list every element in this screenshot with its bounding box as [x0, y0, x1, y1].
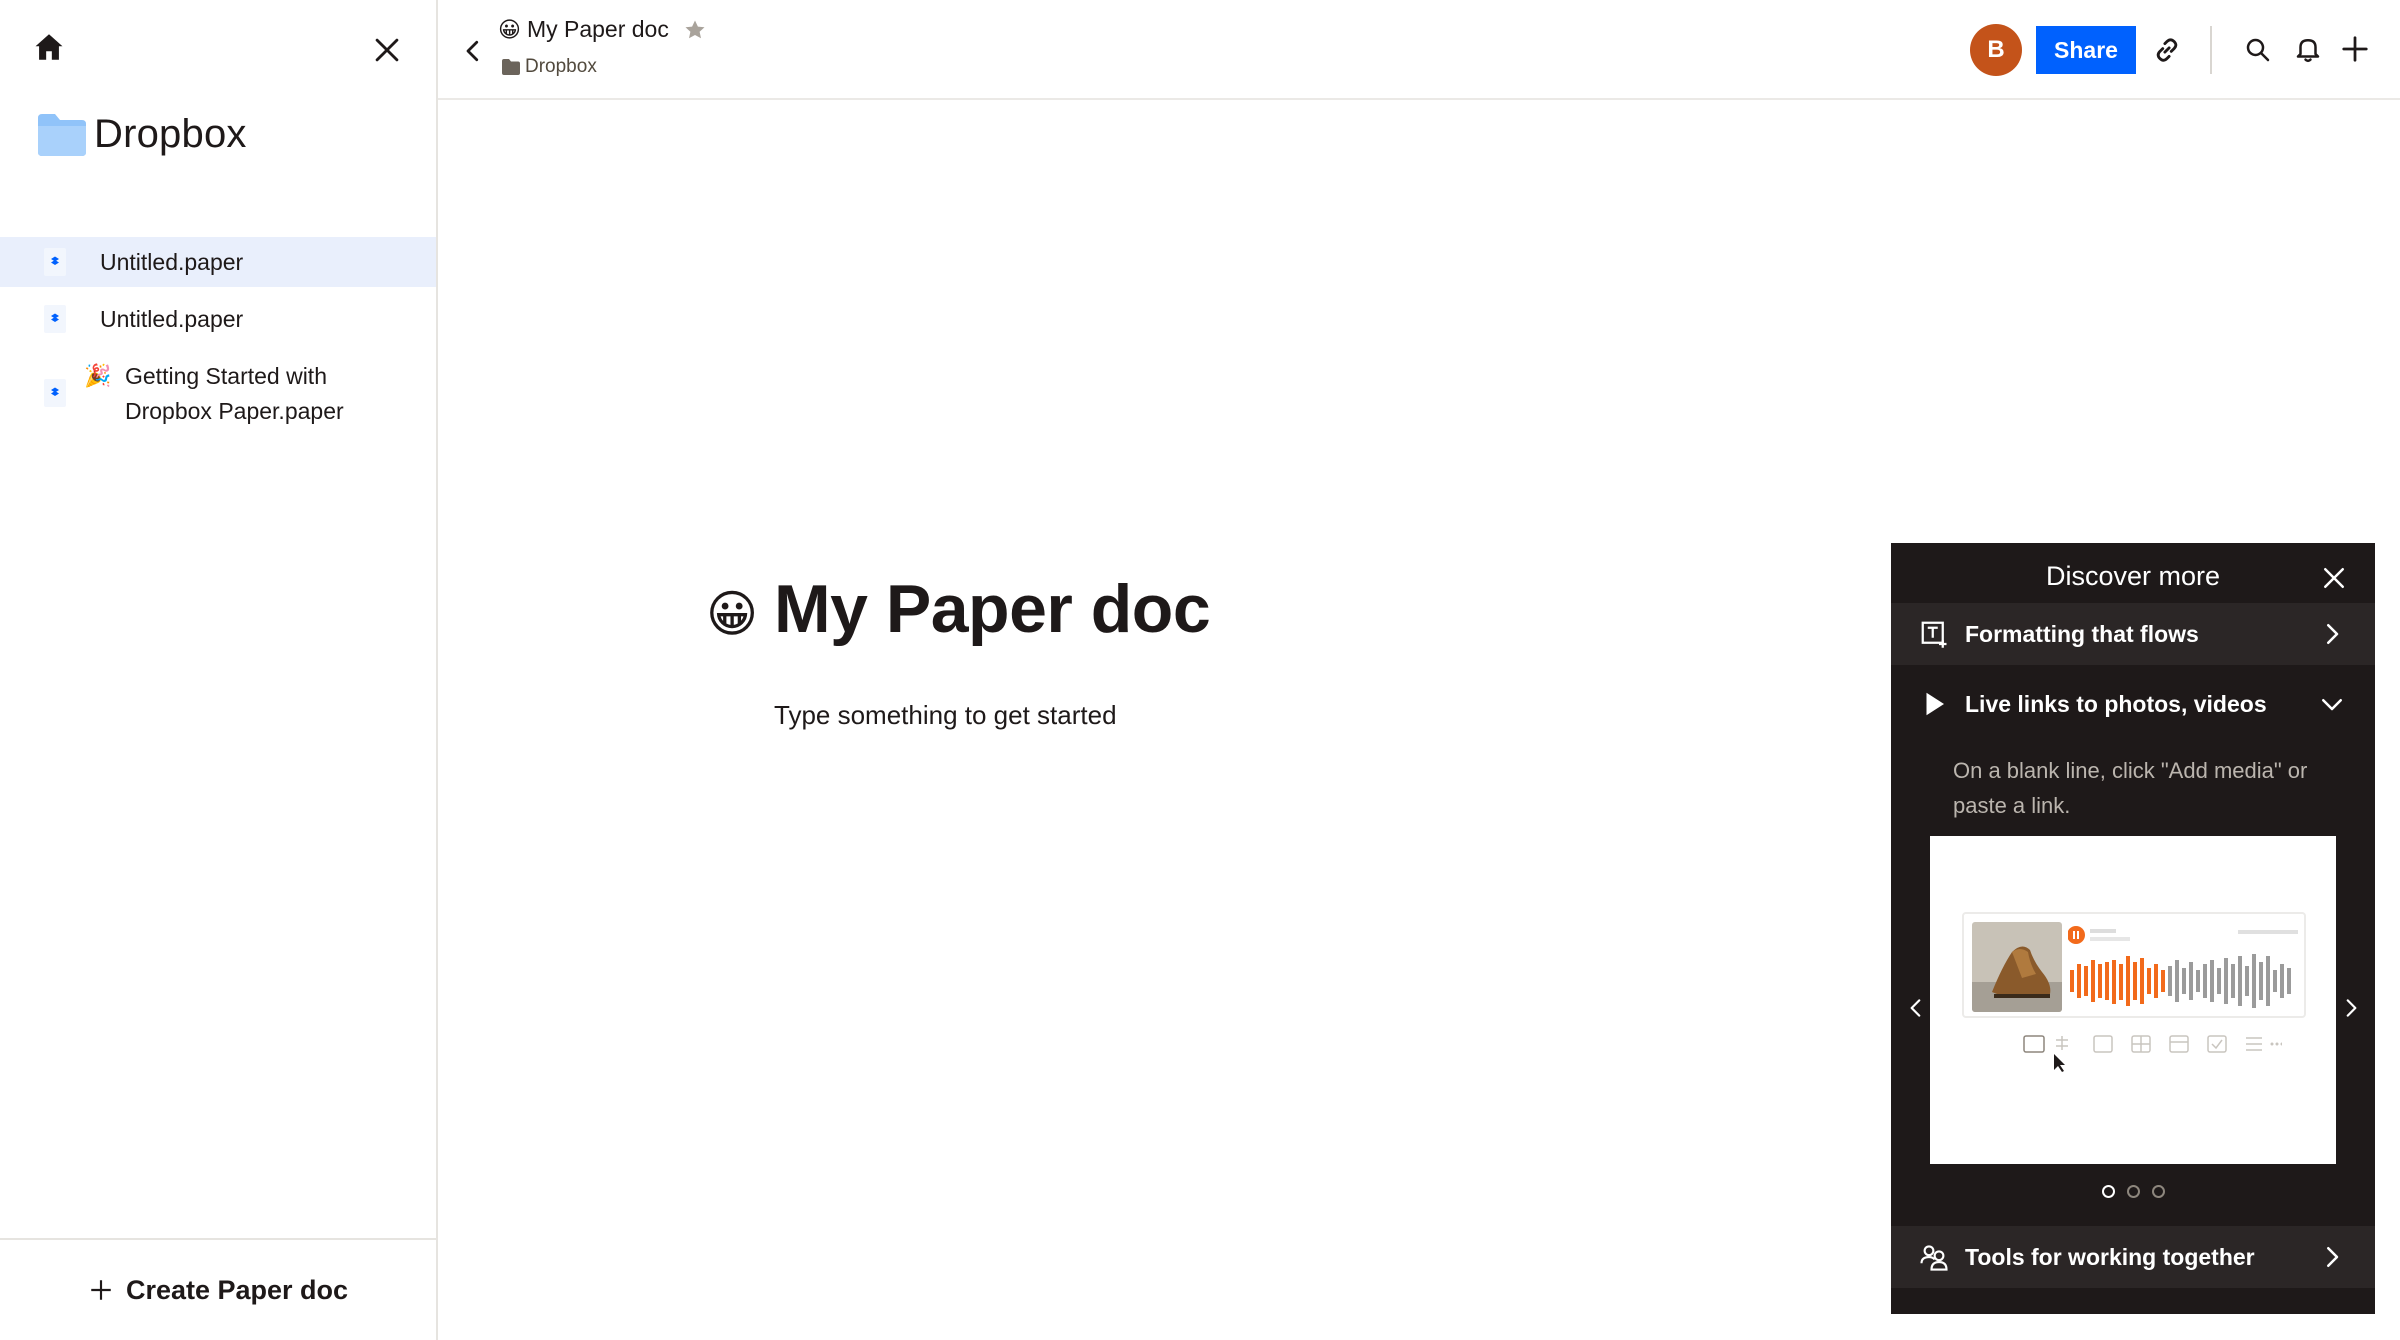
create-paper-doc-button[interactable]: Create Paper doc: [88, 1275, 348, 1306]
file-item-untitled-1[interactable]: Untitled.paper: [0, 237, 436, 287]
paper-doc-icon: [44, 305, 66, 333]
sidebar-footer: Create Paper doc: [0, 1238, 436, 1340]
file-list: Untitled.paper Untitled.paper 🎉 Getting …: [0, 237, 436, 429]
brand: Dropbox: [38, 112, 247, 157]
discover-more-panel: Discover more Formatting that flows Live…: [1891, 543, 2375, 1314]
discover-item-label: Tools for working together: [1965, 1243, 2255, 1270]
paper-doc-icon: [44, 248, 66, 276]
carousel-dot-2[interactable]: [2126, 1185, 2140, 1198]
grinning-emoji-icon: 😀: [498, 16, 521, 42]
sidebar: Dropbox Untitled.paper Untitled.paper 🎉 …: [0, 0, 438, 1340]
doc-title-row: 😀 My Paper doc: [498, 16, 707, 43]
file-label: Untitled.paper: [100, 249, 244, 275]
panel-title: Discover more: [2045, 561, 2221, 591]
breadcrumb[interactable]: Dropbox: [502, 56, 597, 78]
brand-name: Dropbox: [94, 112, 247, 156]
chevron-right-icon: [2327, 1247, 2339, 1267]
people-icon: [1920, 1245, 1948, 1271]
avatar[interactable]: B: [1970, 24, 2022, 76]
share-button[interactable]: Share: [2036, 26, 2136, 74]
top-bar: 😀 My Paper doc Dropbox B Share: [438, 0, 2400, 100]
file-label: Getting Started with Dropbox Paper.paper: [125, 363, 344, 424]
play-icon: [1926, 692, 1944, 716]
folder-small-icon: [502, 59, 520, 75]
doc-body-placeholder[interactable]: Type something to get started: [774, 700, 1117, 731]
discover-item-label: Live links to photos, videos: [1965, 690, 2267, 717]
discover-item-formatting[interactable]: Formatting that flows: [1891, 603, 2375, 665]
chevron-right-icon: [2327, 624, 2339, 644]
media-toolbar-icon: [2023, 1035, 2282, 1072]
file-label: Untitled.paper: [100, 306, 244, 332]
folder-icon: [38, 113, 86, 156]
home-icon[interactable]: [32, 30, 66, 64]
breadcrumb-label: Dropbox: [525, 56, 597, 77]
shoe-thumbnail-image: [1972, 922, 2062, 1012]
doc-title[interactable]: My Paper doc: [527, 16, 669, 43]
plus-icon: [91, 1280, 111, 1300]
close-icon[interactable]: [2319, 563, 2349, 593]
media-preview: [1930, 836, 2336, 1164]
doc-heading[interactable]: My Paper doc: [774, 570, 1211, 648]
paper-doc-icon: [44, 379, 66, 407]
waveform-icon: [2068, 926, 2298, 1008]
carousel-dots: [1891, 1185, 2375, 1198]
discover-item-live-links[interactable]: Live links to photos, videos: [1891, 673, 2375, 735]
toolbar-divider: [2210, 26, 2212, 74]
party-emoji-icon: 🎉: [84, 363, 112, 388]
create-paper-doc-label: Create Paper doc: [125, 1274, 349, 1305]
text-format-icon: [1921, 621, 1947, 648]
carousel-dot-1[interactable]: [2101, 1185, 2115, 1198]
discover-item-description: On a blank line, click "Add media" or pa…: [1953, 758, 2308, 818]
star-icon[interactable]: [683, 18, 707, 42]
chevron-left-icon[interactable]: [458, 36, 488, 66]
link-icon[interactable]: [2150, 33, 2184, 67]
chevron-left-icon[interactable]: [1903, 993, 1929, 1023]
audio-embed-card-image: [1962, 912, 2306, 1018]
close-sidebar-icon[interactable]: [370, 33, 404, 67]
plus-icon[interactable]: [2340, 34, 2370, 64]
file-item-untitled-2[interactable]: Untitled.paper: [0, 287, 436, 349]
search-icon[interactable]: [2243, 35, 2273, 65]
bell-icon[interactable]: [2293, 34, 2323, 64]
chevron-right-icon[interactable]: [2338, 993, 2364, 1023]
discover-item-label: Formatting that flows: [1965, 620, 2199, 647]
carousel-dot-3[interactable]: [2151, 1185, 2165, 1198]
file-item-getting-started[interactable]: 🎉 Getting Started with Dropbox Paper.pap…: [0, 349, 436, 429]
chevron-down-icon: [2322, 699, 2342, 711]
discover-item-tools[interactable]: Tools for working together: [1891, 1226, 2375, 1288]
doc-emoji-icon[interactable]: 😀: [706, 584, 758, 644]
